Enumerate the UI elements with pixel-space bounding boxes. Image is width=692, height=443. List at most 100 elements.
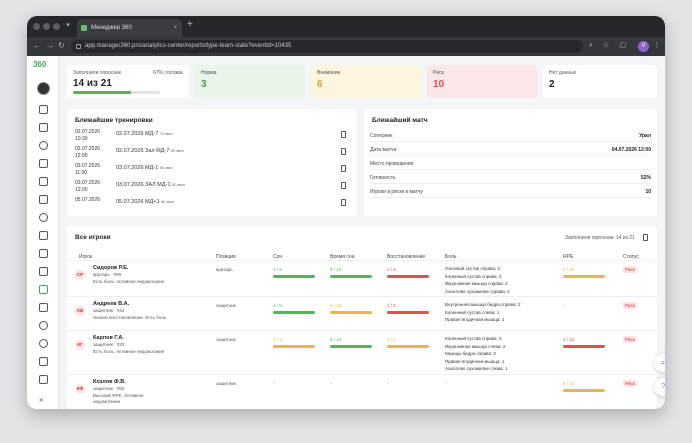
table-row[interactable]: КГ Карпов Г.А. защитник · #33 Есть боль. Ак… bbox=[67, 330, 657, 374]
player-name[interactable]: Сидоров Р.Е. bbox=[93, 265, 128, 271]
folder-icon[interactable] bbox=[39, 303, 48, 312]
analytics-icon[interactable] bbox=[39, 285, 48, 294]
training-doc-icon[interactable] bbox=[341, 182, 346, 189]
user-avatar[interactable] bbox=[37, 82, 50, 95]
metric-recovery-bar bbox=[387, 345, 429, 348]
pain-list: Внутренняя мышца бедра справа: 2 Коленный… bbox=[445, 301, 521, 324]
norm-card: Норма 3 bbox=[195, 65, 305, 98]
table-row[interactable]: АВ Андреев В.А. защитник · #44 Низкое восст… bbox=[67, 296, 657, 330]
training-name: 03.07.2026 ЗАЛ МД-1 bbox=[116, 182, 171, 188]
back-icon[interactable]: ← bbox=[33, 41, 41, 50]
pain-item: Икроножная мышца справа: 2 bbox=[445, 281, 508, 286]
zoom-fab-icon[interactable]: ⌕ bbox=[654, 354, 665, 372]
filled-label: Заполнили опросник bbox=[73, 70, 122, 76]
training-doc-icon[interactable] bbox=[341, 165, 346, 172]
search-icon[interactable] bbox=[39, 213, 48, 222]
filled-card: Заполнили опросник 67% состава 14 из 21 bbox=[67, 65, 189, 98]
pain-list: - bbox=[445, 379, 447, 387]
training-row[interactable]: 03.07.2026 12:00 03.07.2026 ЗАЛ МД-1 60 ми… bbox=[67, 180, 357, 196]
training-time: 11:00 bbox=[75, 170, 88, 176]
bookmark-star-icon[interactable]: ☆ bbox=[602, 42, 610, 50]
calendar-icon[interactable] bbox=[39, 123, 48, 132]
pain-item: Внутренняя мышца бедра справа: 2 bbox=[445, 302, 521, 307]
window-maximize-control[interactable] bbox=[53, 23, 60, 30]
export-icon[interactable] bbox=[643, 234, 648, 241]
activity-icon[interactable] bbox=[39, 141, 48, 150]
file-icon[interactable] bbox=[39, 267, 48, 276]
metric-sleep-value: - bbox=[273, 381, 275, 386]
pain-list: Коленный сустав справа: 2 Икроножная мышц… bbox=[445, 335, 507, 373]
player-avatar: КГ bbox=[75, 340, 85, 350]
play-icon[interactable] bbox=[39, 321, 48, 330]
browser-tab[interactable]: Менеджер 360 × bbox=[77, 19, 182, 37]
metric-recovery-bar bbox=[387, 275, 429, 278]
training-title: 05.07.2026 МД+1 60 мин bbox=[116, 199, 174, 205]
metric-sleep-time-value: - bbox=[330, 381, 332, 386]
app-logo[interactable]: 360 bbox=[33, 60, 46, 69]
training-row[interactable]: 02.07.2026 10:30 02.07.2026 МД-7 70 мин bbox=[67, 129, 357, 145]
window-close-control[interactable] bbox=[33, 23, 40, 30]
chart-icon[interactable] bbox=[39, 159, 48, 168]
rpe-value: 5 / 10 bbox=[563, 267, 575, 272]
book-icon[interactable] bbox=[39, 357, 48, 366]
window-minimize-control[interactable] bbox=[43, 23, 50, 30]
training-row[interactable]: 02.07.2026 12:00 02.07.2026 Зал МД-7 90 ми… bbox=[67, 146, 357, 162]
training-title: 02.07.2026 МД-7 70 мин bbox=[116, 131, 173, 137]
extensions-icon[interactable]: ▢ bbox=[619, 42, 627, 50]
table-row[interactable]: СР Сидоров Р.Е. вратарь · #99 Есть боль. Ак… bbox=[67, 260, 657, 296]
match-row-value: 52% bbox=[640, 175, 651, 181]
table-row[interactable]: КФ Козлов Ф.В. защитник · #55 Высокий RPE. … bbox=[67, 374, 657, 404]
metric-recovery-value: 3 / 5 bbox=[387, 337, 396, 342]
player-position: защитник bbox=[216, 303, 236, 308]
player-name[interactable]: Козлов Ф.В. bbox=[93, 379, 126, 385]
training-doc-icon[interactable] bbox=[341, 199, 346, 206]
list-icon[interactable] bbox=[39, 195, 48, 204]
tab-list-chevron-icon[interactable]: ▾ bbox=[63, 21, 73, 31]
expand-sidebar-icon[interactable]: » bbox=[39, 395, 43, 404]
metric-sleep-value: 3 / 5 bbox=[273, 337, 282, 342]
player-name[interactable]: Карпов Г.А. bbox=[93, 335, 124, 341]
metric-recovery-value: - bbox=[387, 381, 389, 386]
link-icon[interactable] bbox=[39, 339, 48, 348]
trainings-title: Ближайшие тренировки bbox=[75, 117, 153, 124]
pen-icon[interactable] bbox=[39, 249, 48, 258]
training-row[interactable]: 03.07.2026 11:00 03.07.2026 МД-1 55 мин bbox=[67, 163, 357, 179]
training-date: 02.07.2026 bbox=[75, 129, 101, 135]
pain-item: - bbox=[445, 380, 447, 385]
site-info-icon[interactable] bbox=[76, 44, 81, 49]
training-time: 12:00 bbox=[75, 187, 88, 193]
pain-item: Коленный сустав слева: 1 bbox=[445, 309, 500, 315]
report-icon[interactable] bbox=[39, 231, 48, 240]
reload-icon[interactable]: ↻ bbox=[58, 41, 65, 50]
training-doc-icon[interactable] bbox=[341, 131, 346, 138]
home-icon[interactable] bbox=[39, 105, 48, 114]
players-table: Игрок Позиция Сон Время сна Восстановлен… bbox=[67, 244, 657, 404]
pain-item: Правая ягодичная мышца: 1 bbox=[445, 317, 505, 322]
match-row: Дата матча 04.07.2026 12:00 bbox=[370, 144, 651, 156]
player-note: Есть боль. Активное недомогание bbox=[93, 279, 165, 284]
zoom-icon[interactable]: ⌕ bbox=[587, 42, 595, 50]
team-icon[interactable] bbox=[39, 177, 48, 186]
metric-sleep-time-value: 9 / 10 bbox=[330, 267, 342, 272]
browser-menu-icon[interactable]: ⋮ bbox=[653, 42, 661, 50]
player-number: вратарь · #99 bbox=[93, 272, 122, 277]
match-row-label: Дата матча bbox=[370, 147, 397, 153]
grid-icon[interactable] bbox=[39, 375, 48, 384]
player-name[interactable]: Андреев В.А. bbox=[93, 301, 129, 307]
new-tab-button[interactable]: + bbox=[187, 19, 193, 30]
help-fab-icon[interactable]: ? bbox=[654, 378, 665, 396]
risk-card: Риск 10 bbox=[427, 65, 537, 98]
tab-close-icon[interactable]: × bbox=[173, 19, 177, 37]
training-date: 03.07.2026 bbox=[75, 163, 101, 169]
training-row[interactable]: 05.07.2026 05.07.2026 МД+1 60 мин bbox=[67, 197, 357, 213]
address-bar-row: ← → ↻ app.manager360.pro/analytics-cente… bbox=[27, 37, 665, 56]
metric-sleep-time-bar bbox=[330, 345, 372, 348]
profile-avatar[interactable]: V bbox=[638, 41, 649, 52]
rpe-bar bbox=[563, 275, 605, 278]
forward-icon[interactable]: → bbox=[46, 41, 54, 50]
training-doc-icon[interactable] bbox=[341, 148, 346, 155]
training-name: 03.07.2026 МД-1 bbox=[116, 165, 159, 171]
training-duration: 70 мин bbox=[159, 131, 173, 136]
url-field[interactable]: app.manager360.pro/analytics-center/repo… bbox=[71, 40, 583, 53]
pain-item: Икроножная мышца слева: 2 bbox=[445, 343, 506, 349]
